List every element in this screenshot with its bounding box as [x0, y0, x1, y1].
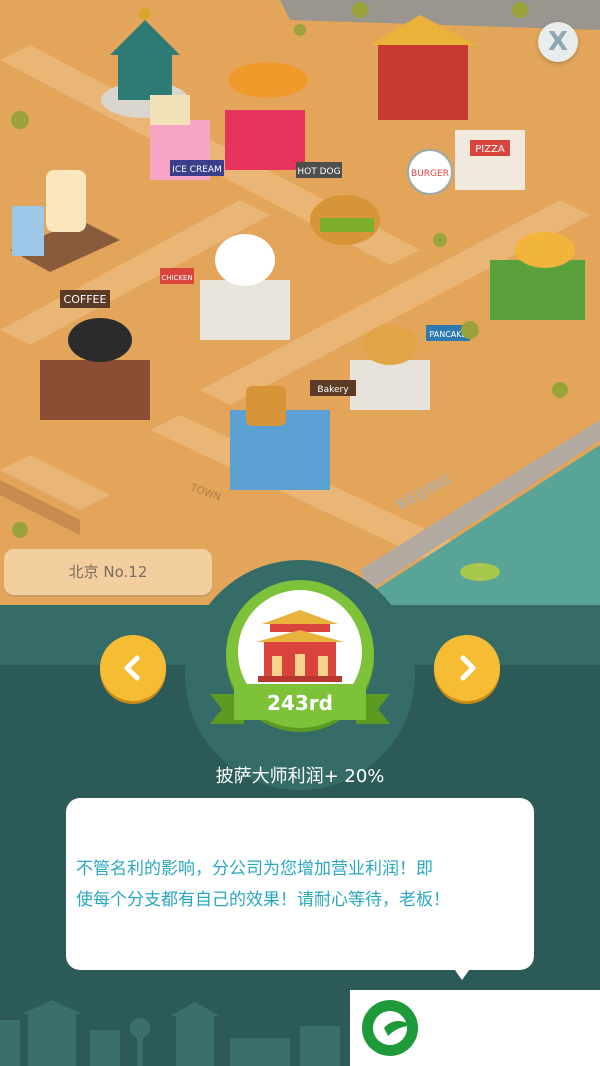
hot-dog-sign: HOT DOG [297, 167, 340, 177]
ice-cream-sign: ICE CREAM [172, 165, 222, 175]
prev-city-button[interactable] [100, 635, 166, 701]
message-line-1: 不管名利的影响，分公司为您增加营业利润！即 [76, 859, 433, 879]
message-text: 不管名利的影响，分公司为您增加营业利润！即 使每个分支都有自己的效果！请耐心等待… [76, 854, 528, 916]
green-g-logo [362, 1000, 418, 1056]
message-line-2: 使每个分支都有自己的效果！请耐心等待，老板！ [76, 890, 450, 910]
pizza-shop: PIZZA [455, 130, 525, 190]
chicken-sign: CHICKEN [161, 274, 192, 282]
watermark-logo-area [350, 990, 600, 1066]
profit-bonus-text: 披萨大师利润+ 20% [215, 766, 385, 787]
city-name-badge: 北京 No.12 [4, 549, 212, 595]
lily-pad [460, 563, 500, 581]
close-button[interactable]: X [538, 22, 578, 62]
bakery-sign: Bakery [317, 385, 349, 395]
city-map: COFFEE ICE CREAM HOT DOG BURGER PIZZA CH… [0, 0, 600, 610]
rank-label: 243rd [267, 691, 333, 715]
message-bubble-tail [452, 966, 472, 980]
burger-sign: BURGER [411, 169, 449, 179]
pizza-sign: PIZZA [475, 144, 505, 155]
chevron-left-icon [124, 655, 140, 681]
pancake-sign: PANCAKE [429, 330, 466, 339]
map-illustration: COFFEE ICE CREAM HOT DOG BURGER PIZZA CH… [0, 0, 600, 610]
next-city-button[interactable] [434, 635, 500, 701]
chevron-right-icon [460, 655, 476, 681]
coffee-sign: COFFEE [64, 293, 107, 306]
